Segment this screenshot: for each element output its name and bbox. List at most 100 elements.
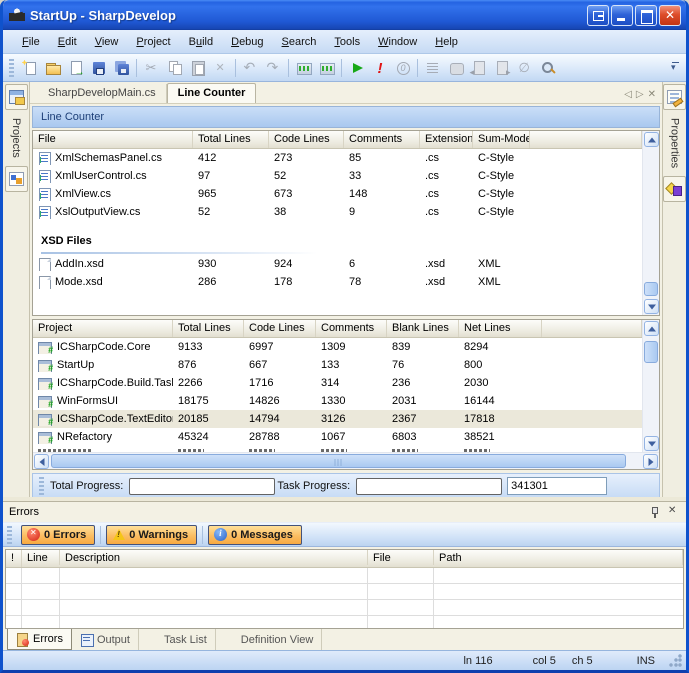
menu-view[interactable]: View	[86, 33, 128, 51]
column-header-project[interactable]: Project	[33, 320, 173, 337]
scroll-thumb[interactable]	[644, 282, 658, 296]
build-all-button[interactable]	[315, 57, 338, 79]
scroll-left-button[interactable]	[34, 454, 49, 469]
comment-button[interactable]	[444, 57, 467, 79]
classes-pad-tab[interactable]	[5, 166, 28, 192]
errors-close-icon[interactable]	[667, 506, 680, 519]
table-row[interactable]: ICSharpCode.Core9133699713098398294	[33, 338, 642, 356]
open-button[interactable]	[41, 57, 64, 79]
tools-pad-tab[interactable]	[663, 176, 686, 202]
bookmark-prev-button[interactable]	[467, 57, 490, 79]
table-row[interactable]: WinFormsUI18175148261330203116144	[33, 392, 642, 410]
scroll-down-button[interactable]	[644, 436, 659, 451]
filter-button-0-warnings[interactable]: 0 Warnings	[106, 525, 197, 545]
table-row[interactable]: AddIn.xsd9309246.xsdXML	[33, 255, 642, 273]
table-row[interactable]: XslOutputView.cs52389.csC-Style	[33, 203, 642, 221]
abort-button[interactable]	[368, 57, 391, 79]
column-header-extension[interactable]: Extension	[420, 131, 473, 148]
progress-row-grip[interactable]	[39, 477, 44, 495]
scroll-down-button[interactable]	[644, 299, 659, 314]
scroll-up-button[interactable]	[644, 321, 659, 336]
pad-tab-definition-view[interactable]: Definition View	[216, 629, 323, 650]
projects-pad-label[interactable]: Projects	[10, 114, 22, 162]
column-header-file[interactable]: File	[33, 131, 193, 148]
column-header-blank-lines[interactable]: Blank Lines	[387, 320, 459, 337]
table-row[interactable]: Mode.xsd28617878.xsdXML	[33, 273, 642, 291]
menu-project[interactable]: Project	[127, 33, 179, 51]
scroll-thumb[interactable]	[644, 341, 658, 363]
menu-edit[interactable]: Edit	[49, 33, 86, 51]
pin-icon[interactable]	[648, 506, 661, 519]
copy-button[interactable]	[163, 57, 186, 79]
menu-tools[interactable]: Tools	[325, 33, 369, 51]
menu-debug[interactable]: Debug	[222, 33, 272, 51]
filter-button-0-errors[interactable]: 0 Errors	[21, 525, 95, 545]
table-row[interactable]: XmlUserControl.cs975233.csC-Style	[33, 167, 642, 185]
save-button[interactable]	[87, 57, 110, 79]
column-header-comments[interactable]: Comments	[344, 131, 420, 148]
bookmark-next-button[interactable]	[490, 57, 513, 79]
outline-button[interactable]	[421, 57, 444, 79]
undo-button[interactable]	[239, 57, 262, 79]
paste-button[interactable]	[186, 57, 209, 79]
pad-tab-task-list[interactable]: Task List	[139, 629, 216, 650]
table-row[interactable]: XmlView.cs965673148.csC-Style	[33, 185, 642, 203]
open-with-button[interactable]	[64, 57, 87, 79]
close-button[interactable]	[659, 5, 681, 26]
column-header-file[interactable]: File	[368, 550, 434, 565]
projects-vertical-scrollbar[interactable]	[642, 320, 659, 452]
menu-search[interactable]: Search	[273, 33, 326, 51]
table-row[interactable]: ICSharpCode.Build.Tasks22661716314236203…	[33, 374, 642, 392]
table-row[interactable]: StartUp87666713376800	[33, 356, 642, 374]
column-header-[interactable]: !	[6, 550, 22, 565]
toolbar-overflow-icon[interactable]	[670, 58, 682, 78]
pad-tab-output[interactable]: Output	[72, 629, 139, 650]
properties-pad-tab[interactable]	[663, 84, 686, 110]
pad-tab-errors[interactable]: Errors	[7, 629, 72, 650]
table-row[interactable]: ICSharpCode.TextEditor201851479431262367…	[33, 410, 642, 428]
scroll-up-button[interactable]	[644, 132, 659, 147]
menu-file[interactable]: File	[13, 33, 49, 51]
build-button[interactable]	[292, 57, 315, 79]
maximize-button[interactable]	[635, 5, 657, 26]
menu-window[interactable]: Window	[369, 33, 426, 51]
tab-sharpdevelopmain-cs[interactable]: SharpDevelopMain.cs	[38, 84, 167, 103]
tab-scroll-left-icon[interactable]: ◁	[624, 89, 632, 100]
table-row[interactable]: NRefactory45324287881067680338521	[33, 428, 642, 446]
column-header-path[interactable]: Path	[434, 550, 683, 565]
toolbar-grip[interactable]	[9, 59, 14, 77]
column-header-code-lines[interactable]: Code Lines	[244, 320, 316, 337]
column-header-code-lines[interactable]: Code Lines	[269, 131, 344, 148]
column-header-total-lines[interactable]: Total Lines	[193, 131, 269, 148]
run-button[interactable]	[345, 57, 368, 79]
clear-bookmarks-button[interactable]	[513, 57, 536, 79]
rollup-button[interactable]	[587, 5, 609, 26]
column-header-net-lines[interactable]: Net Lines	[459, 320, 542, 337]
projects-horizontal-scrollbar[interactable]	[33, 452, 659, 469]
column-header-comments[interactable]: Comments	[316, 320, 387, 337]
scroll-right-button[interactable]	[643, 454, 658, 469]
redo-button[interactable]	[262, 57, 285, 79]
new-file-button[interactable]	[18, 57, 41, 79]
filter-button-0-messages[interactable]: 0 Messages	[208, 525, 302, 545]
column-header-total-lines[interactable]: Total Lines	[173, 320, 244, 337]
tab-line-counter[interactable]: Line Counter	[167, 83, 257, 103]
save-all-button[interactable]	[110, 57, 133, 79]
minimize-button[interactable]	[611, 5, 633, 26]
properties-pad-label[interactable]: Properties	[669, 114, 681, 172]
projects-pad-tab[interactable]	[5, 84, 28, 110]
files-vertical-scrollbar[interactable]	[642, 131, 659, 315]
tab-close-icon[interactable]: ✕	[648, 89, 656, 100]
menu-build[interactable]: Build	[180, 33, 222, 51]
errors-toolbar-grip[interactable]	[7, 526, 12, 544]
column-header-line[interactable]: Line	[22, 550, 60, 565]
delete-button[interactable]	[209, 57, 232, 79]
menu-help[interactable]: Help	[426, 33, 467, 51]
find-button[interactable]	[536, 57, 559, 79]
step-button[interactable]	[391, 57, 414, 79]
column-header-description[interactable]: Description	[60, 550, 368, 565]
cut-button[interactable]	[140, 57, 163, 79]
resize-grip-icon[interactable]	[669, 654, 682, 667]
column-header-sum-mode[interactable]: Sum-Mode	[473, 131, 530, 148]
scroll-thumb[interactable]	[51, 454, 626, 468]
